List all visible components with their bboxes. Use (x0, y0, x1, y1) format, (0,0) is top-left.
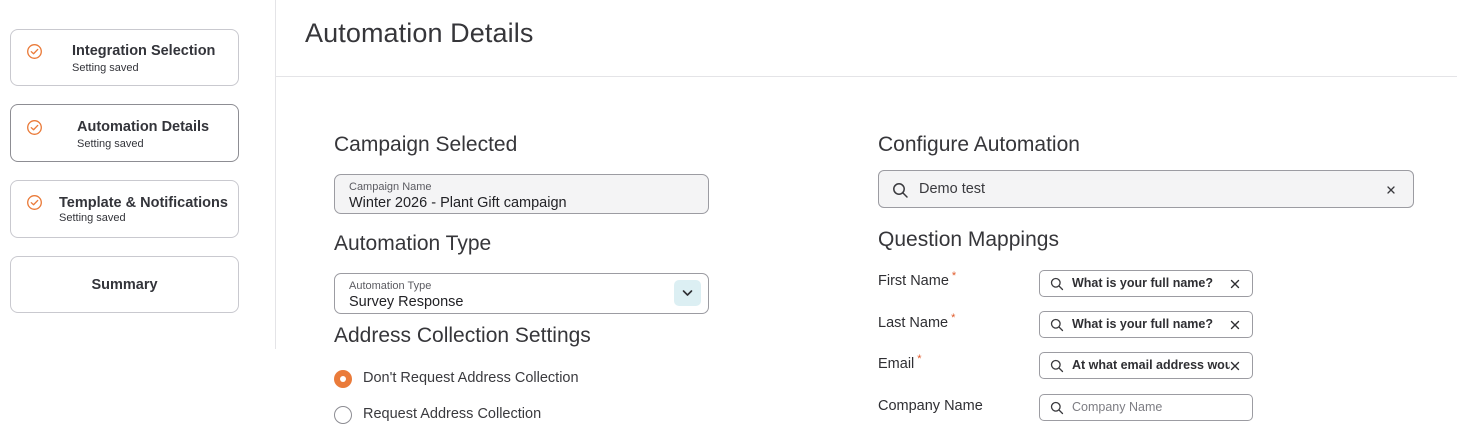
radio-label-dont-request-address: Don't Request Address Collection (363, 370, 579, 386)
automation-type-label: Automation Type (349, 280, 432, 292)
mapping-value: At what email address would you like to … (1072, 358, 1230, 372)
page-title: Automation Details (305, 18, 534, 48)
close-icon[interactable] (1230, 320, 1240, 330)
mapping-select-company-name[interactable]: Company Name (1039, 394, 1253, 421)
check-circle-icon (27, 120, 42, 135)
header-divider (276, 76, 1457, 77)
step-status: Setting saved (77, 138, 144, 150)
automation-type-value: Survey Response (349, 294, 464, 310)
chevron-down-icon (682, 290, 693, 296)
question-mappings-heading: Question Mappings (878, 228, 1059, 251)
mapping-select-first-name[interactable]: What is your full name? (1039, 270, 1253, 297)
step-summary[interactable]: Summary (10, 256, 239, 313)
step-title: Template & Notifications (59, 195, 228, 211)
mapping-value: What is your full name? (1072, 317, 1213, 331)
step-title: Automation Details (77, 119, 210, 135)
mapping-placeholder: Company Name (1072, 400, 1163, 414)
dropdown-toggle-button[interactable] (674, 280, 701, 306)
campaign-name-field: Campaign Name Winter 2026 - Plant Gift c… (334, 174, 709, 214)
check-circle-icon (27, 44, 42, 59)
step-title: Integration Selection (72, 43, 216, 59)
steps-sidebar: Integration Selection Setting saved Auto… (0, 0, 276, 349)
automation-search-input[interactable]: Demo test (878, 170, 1414, 208)
mapping-value: What is your full name? (1072, 276, 1213, 290)
radio-label-request-address: Request Address Collection (363, 406, 542, 422)
mapping-label-text: Last Name (878, 315, 949, 331)
automation-type-heading: Automation Type (334, 232, 492, 255)
check-circle-icon (27, 195, 42, 210)
search-icon (1050, 401, 1064, 415)
search-icon (893, 183, 908, 198)
automation-type-select[interactable]: Automation Type Survey Response (334, 273, 709, 314)
step-template-notifications[interactable]: Template & Notifications Setting saved (10, 180, 239, 238)
campaign-name-label: Campaign Name (349, 181, 432, 193)
address-collection-heading: Address Collection Settings (334, 324, 591, 347)
campaign-name-value: Winter 2026 - Plant Gift campaign (349, 195, 567, 211)
search-icon (1050, 318, 1064, 332)
mapping-label-last-name: Last Name * (878, 312, 956, 331)
step-status: Setting saved (59, 212, 126, 224)
close-icon[interactable] (1230, 279, 1240, 289)
mapping-label-first-name: First Name * (878, 270, 957, 289)
required-marker: * (951, 312, 956, 324)
step-status: Setting saved (72, 62, 139, 74)
mapping-label-text: Company Name (878, 398, 983, 414)
automation-search-value: Demo test (919, 181, 986, 197)
clear-search-icon[interactable] (1386, 185, 1396, 195)
mapping-label-text: Email (878, 356, 915, 372)
radio-request-address[interactable] (334, 406, 352, 424)
mapping-label-company-name: Company Name (878, 398, 983, 414)
search-icon (1050, 359, 1064, 373)
close-icon[interactable] (1230, 361, 1240, 371)
mapping-select-last-name[interactable]: What is your full name? (1039, 311, 1253, 338)
campaign-selected-heading: Campaign Selected (334, 133, 518, 156)
mapping-label-email: Email * (878, 353, 922, 372)
search-icon (1050, 277, 1064, 291)
required-marker: * (917, 353, 922, 365)
required-marker: * (951, 270, 957, 282)
step-automation-details[interactable]: Automation Details Setting saved (10, 104, 239, 162)
step-integration-selection[interactable]: Integration Selection Setting saved (10, 29, 239, 86)
configure-automation-heading: Configure Automation (878, 133, 1080, 156)
step-title: Summary (91, 277, 158, 293)
mapping-select-email[interactable]: At what email address would you like to … (1039, 352, 1253, 379)
radio-dont-request-address[interactable] (334, 370, 352, 388)
mapping-label-text: First Name (878, 273, 949, 289)
